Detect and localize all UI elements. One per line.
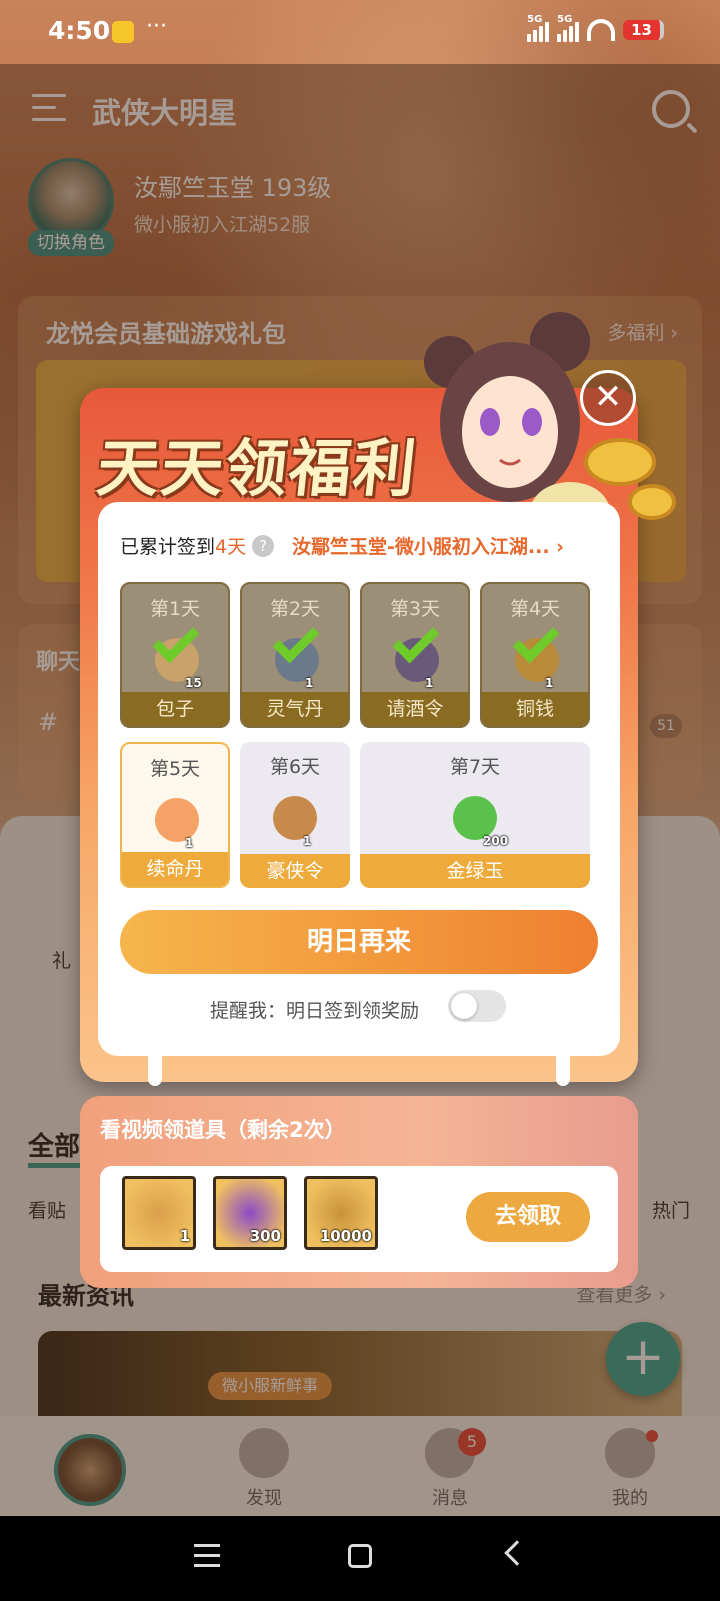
remind-label: 提醒我：明日签到领奖励 bbox=[210, 1000, 420, 1022]
reward-item-name: 包子 bbox=[122, 692, 228, 726]
reward-qty: 1 bbox=[303, 834, 312, 848]
status-indicators: 5G 5G 13 bbox=[527, 14, 664, 42]
battery-icon: 13 bbox=[623, 20, 664, 40]
coin-icon: 10000 bbox=[304, 1176, 378, 1250]
connector-peg-left bbox=[148, 1050, 162, 1086]
day-5-reward[interactable]: 第5天 1 续命丹 bbox=[120, 742, 230, 888]
day-label: 第4天 bbox=[509, 598, 561, 620]
more-notifications-icon: ··· bbox=[146, 14, 167, 39]
day-3-reward[interactable]: 第3天 1 请酒令 bbox=[360, 582, 470, 728]
video-item-qty: 300 bbox=[249, 1227, 281, 1245]
video-item-qty: 10000 bbox=[319, 1227, 372, 1245]
reward-item-name: 铜钱 bbox=[482, 692, 588, 726]
signal-icon-2: 5G bbox=[557, 14, 580, 42]
day-label: 第5天 bbox=[149, 758, 201, 780]
reward-qty: 15 bbox=[185, 676, 202, 690]
reward-qty: 1 bbox=[185, 836, 194, 850]
recent-apps-icon[interactable] bbox=[194, 1544, 220, 1574]
signin-summary: 已累计签到4天? bbox=[120, 532, 275, 559]
day-label: 第3天 bbox=[389, 598, 441, 620]
reward-item-name: 灵气丹 bbox=[242, 692, 348, 726]
come-back-tomorrow-button[interactable]: 明日再来 bbox=[120, 910, 598, 974]
day-label: 第7天 bbox=[449, 756, 501, 778]
status-time: 4:50 bbox=[48, 16, 111, 45]
reward-qty: 1 bbox=[305, 676, 314, 690]
video-items-panel: 1 300 10000 去领取 bbox=[100, 1166, 618, 1272]
wifi-icon bbox=[587, 19, 616, 41]
remind-toggle[interactable] bbox=[448, 990, 506, 1022]
home-icon[interactable] bbox=[348, 1544, 372, 1568]
modal-title: 天天领福利 bbox=[93, 432, 422, 505]
reward-item-name: 续命丹 bbox=[122, 852, 228, 886]
system-nav-bar bbox=[0, 1516, 720, 1601]
reward-qty: 1 bbox=[425, 676, 434, 690]
signin-day-count: 4天 bbox=[215, 536, 247, 558]
role-selector[interactable]: 汝鄢竺玉堂-微小服初入江湖... › bbox=[292, 532, 608, 559]
video-card-title: 看视频领道具（剩余2次） bbox=[100, 1118, 346, 1142]
day-label: 第1天 bbox=[149, 598, 201, 620]
day-7-reward[interactable]: 第7天 200 金绿玉 bbox=[360, 742, 590, 888]
reward-item-name: 豪侠令 bbox=[240, 854, 350, 888]
orb-icon: 300 bbox=[213, 1176, 287, 1250]
go-claim-button[interactable]: 去领取 bbox=[466, 1192, 590, 1242]
reward-item-name: 金绿玉 bbox=[360, 854, 590, 888]
day-2-reward[interactable]: 第2天 1 灵气丹 bbox=[240, 582, 350, 728]
day-4-reward[interactable]: 第4天 1 铜钱 bbox=[480, 582, 590, 728]
day-label: 第2天 bbox=[269, 598, 321, 620]
signin-panel: 已累计签到4天? 汝鄢竺玉堂-微小服初入江湖... › 第1天 15 包子 第2天 1 灵… bbox=[98, 502, 620, 1056]
back-icon[interactable] bbox=[504, 1540, 530, 1566]
connector-peg-right bbox=[556, 1050, 570, 1086]
help-icon[interactable]: ? bbox=[252, 535, 275, 557]
token-icon: 1 bbox=[122, 1176, 196, 1250]
reward-item-name: 请酒令 bbox=[362, 692, 468, 726]
day-1-reward[interactable]: 第1天 15 包子 bbox=[120, 582, 230, 728]
notification-icon bbox=[112, 21, 134, 43]
close-modal-button[interactable]: ✕ bbox=[580, 370, 636, 426]
video-reward-card: 看视频领道具（剩余2次） 1 300 10000 去领取 bbox=[80, 1096, 638, 1288]
reward-qty: 200 bbox=[483, 834, 509, 848]
day-label: 第6天 bbox=[269, 756, 321, 778]
video-item-qty: 1 bbox=[179, 1227, 190, 1245]
day-6-reward[interactable]: 第6天 1 豪侠令 bbox=[240, 742, 350, 888]
status-bar: 4:50 ··· 5G 5G 13 bbox=[0, 0, 720, 64]
reward-qty: 1 bbox=[545, 676, 554, 690]
signal-icon: 5G bbox=[527, 14, 550, 42]
